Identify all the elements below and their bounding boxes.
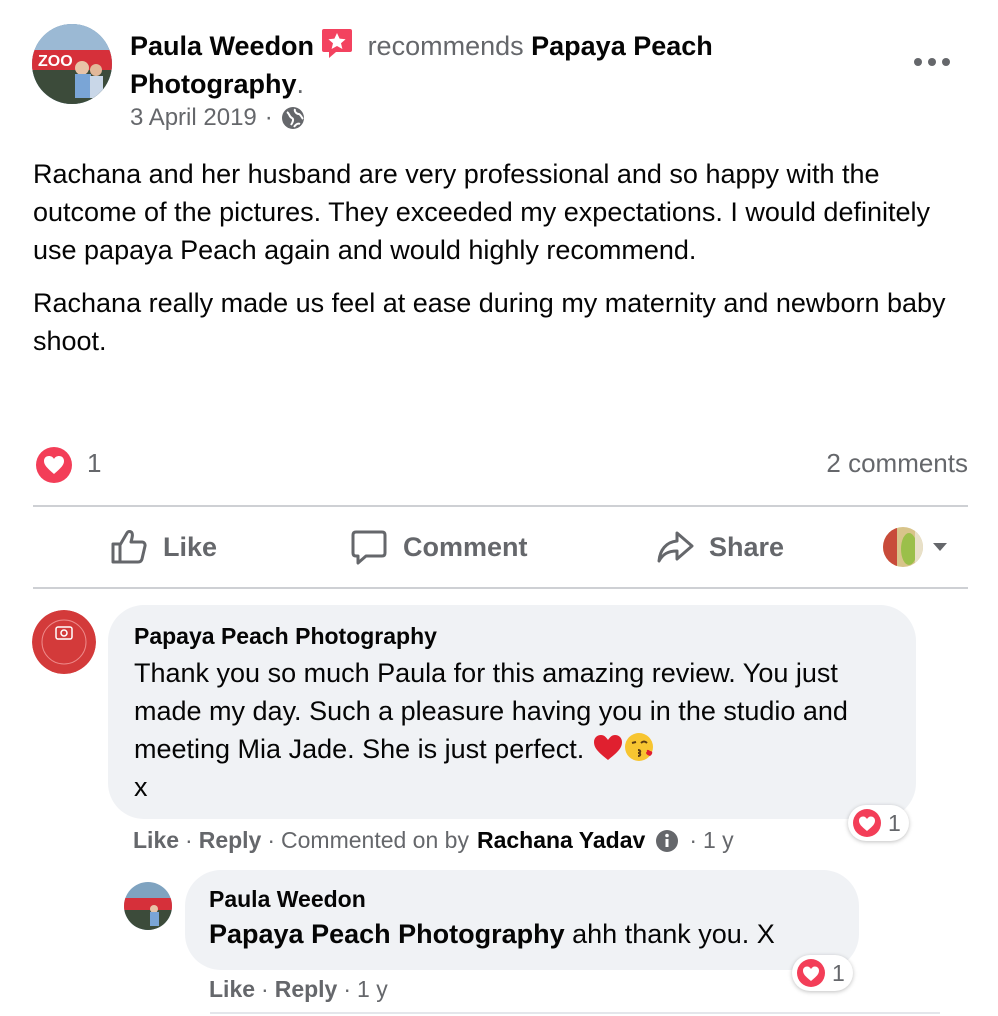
comment-meta: Like · Reply · 1 y (209, 976, 388, 1003)
divider (210, 1012, 940, 1014)
comment-reaction-pill[interactable]: 1 (792, 955, 853, 991)
comment-like-link[interactable]: Like (209, 976, 255, 1003)
comment-time[interactable]: 1 y (357, 976, 388, 1003)
comment-reaction-count: 1 (832, 959, 845, 986)
page-mention-link[interactable]: Papaya Peach Photography (209, 919, 565, 949)
reply-comment: Paula Weedon Papaya Peach Photography ah… (0, 0, 998, 1016)
meta-dot: · (343, 976, 352, 1002)
comment-text-main: ahh thank you. X (572, 919, 775, 949)
commenter-avatar[interactable] (124, 882, 172, 930)
meta-dot: · (261, 976, 269, 1002)
comment-bubble: Paula Weedon Papaya Peach Photography ah… (185, 870, 859, 970)
comment-reply-link[interactable]: Reply (275, 976, 338, 1003)
comment-author[interactable]: Paula Weedon (209, 886, 859, 913)
comment-text: Papaya Peach Photography ahh thank you. … (209, 915, 859, 953)
love-reaction-icon (797, 959, 825, 987)
